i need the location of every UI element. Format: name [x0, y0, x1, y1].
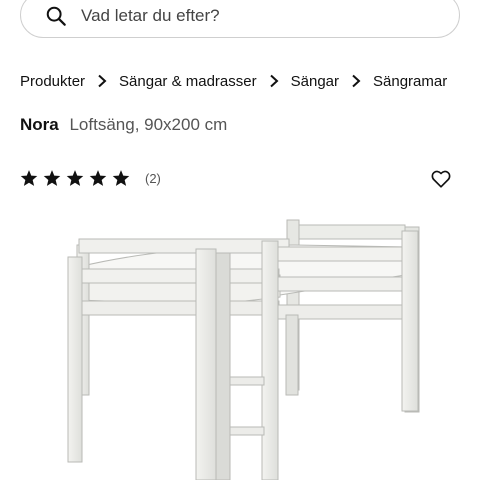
chevron-right-icon [257, 74, 291, 88]
breadcrumb-item-products[interactable]: Produkter [20, 73, 85, 90]
breadcrumb-item-beds[interactable]: Sängar [291, 73, 339, 90]
star-icon [43, 170, 61, 186]
search-icon [46, 6, 66, 26]
product-title: Nora Loftsäng, 90x200 cm [20, 115, 227, 135]
heart-outline-icon[interactable] [430, 168, 452, 190]
chevron-right-icon [339, 74, 373, 88]
breadcrumb-item-bed-frames[interactable]: Sängramar [373, 73, 447, 90]
chevron-right-icon [85, 74, 119, 88]
search-bar[interactable] [20, 0, 460, 38]
star-icon [66, 170, 84, 186]
product-rating[interactable]: (2) [20, 169, 161, 187]
product-image [67, 219, 420, 480]
breadcrumb: Produkter Sängar & madrasser Sängar Säng… [20, 70, 447, 92]
search-input[interactable] [81, 3, 421, 29]
star-icon [20, 170, 38, 186]
star-icon [112, 170, 130, 186]
star-icon [89, 170, 107, 186]
product-name: Nora [20, 115, 59, 134]
breadcrumb-item-beds-mattresses[interactable]: Sängar & madrasser [119, 73, 257, 90]
product-description: Loftsäng, 90x200 cm [69, 115, 228, 134]
review-count[interactable]: (2) [145, 171, 161, 186]
